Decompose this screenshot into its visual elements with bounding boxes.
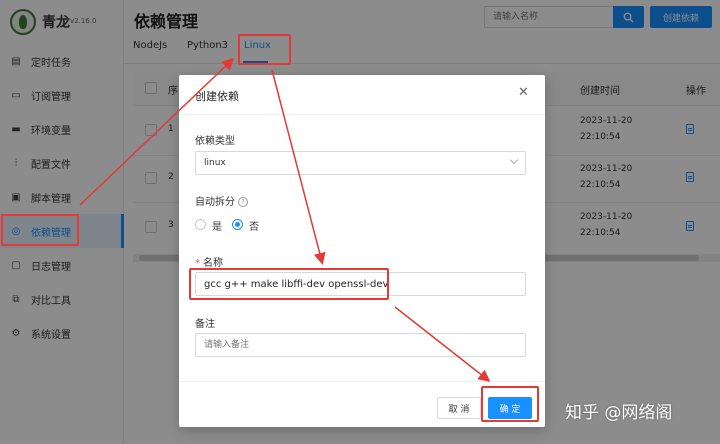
arrow-sidebar-to-tab <box>79 57 235 206</box>
annotation-arrows <box>79 57 491 382</box>
watermark-text: 知乎 @网络阁 <box>565 403 673 423</box>
arrow-tab-to-name <box>271 69 326 265</box>
arrow-name-to-confirm <box>394 306 491 382</box>
